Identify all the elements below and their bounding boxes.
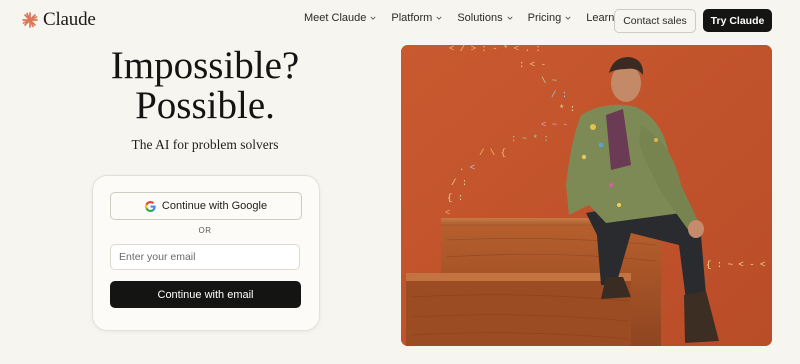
- nav-item-solutions[interactable]: Solutions: [457, 12, 513, 24]
- svg-text:{ :: { :: [447, 193, 463, 203]
- nav-item-label: Solutions: [457, 12, 503, 24]
- hero-photo-illustration: < / > : - * < . : : < - \ ~ / : * : < ~ …: [401, 45, 772, 346]
- nav-item-platform[interactable]: Platform: [391, 12, 442, 24]
- svg-text:* :: * :: [559, 104, 575, 114]
- hero-subtitle: The AI for problem solvers: [131, 137, 279, 152]
- svg-text:< / > : - * < . :: < / > : - * < . :: [449, 45, 541, 54]
- brand-logo[interactable]: Claude: [22, 9, 96, 31]
- nav-menu: Meet Claude Platform Solutions Pricing L…: [304, 12, 639, 24]
- nav-item-meet-claude[interactable]: Meet Claude: [304, 12, 376, 24]
- svg-text:/ :: / :: [451, 178, 467, 188]
- hero-headline-line2: Possible.: [135, 84, 275, 127]
- svg-text:: ~ * :: : ~ * :: [511, 134, 549, 144]
- svg-text:: < -: : < -: [519, 60, 546, 70]
- hero-photo: < / > : - * < . : : < - \ ~ / : * : < ~ …: [401, 45, 772, 346]
- hero-headline: Impossible? Possible.: [80, 46, 330, 126]
- contact-sales-button[interactable]: Contact sales: [614, 9, 696, 33]
- chevron-down-icon: [370, 16, 376, 20]
- svg-text:/ \ {: / \ {: [479, 148, 506, 158]
- google-button-label: Continue with Google: [161, 200, 268, 212]
- or-divider: OR: [198, 226, 212, 235]
- code-snippet-near-knee: { : ~ < - <: [706, 260, 765, 270]
- nav-item-label: Meet Claude: [304, 12, 367, 24]
- chevron-down-icon: [565, 16, 571, 20]
- continue-with-email-button[interactable]: Continue with email: [110, 281, 301, 308]
- chevron-down-icon: [507, 16, 513, 20]
- try-claude-button[interactable]: Try Claude: [703, 9, 772, 32]
- brand-name: Claude: [43, 9, 96, 30]
- svg-text:<: <: [445, 208, 450, 218]
- nav-item-pricing[interactable]: Pricing: [528, 12, 572, 24]
- svg-text:/ :: / :: [551, 90, 567, 100]
- svg-text:< ~ -: < ~ -: [541, 120, 568, 130]
- svg-text:\ ~: \ ~: [541, 76, 557, 86]
- email-input[interactable]: [110, 244, 300, 270]
- nav-item-label: Learn: [586, 12, 615, 24]
- nav-item-label: Pricing: [527, 12, 562, 24]
- top-nav: Claude Meet Claude Platform Solutions Pr…: [0, 0, 800, 40]
- google-icon: [144, 200, 156, 212]
- svg-text:. <: . <: [459, 163, 475, 173]
- hero-headline-line1: Impossible?: [110, 44, 300, 87]
- claude-starburst-icon: [22, 12, 38, 28]
- chevron-down-icon: [436, 16, 442, 20]
- continue-with-google-button[interactable]: Continue with Google: [110, 192, 302, 220]
- nav-item-label: Platform: [391, 12, 433, 24]
